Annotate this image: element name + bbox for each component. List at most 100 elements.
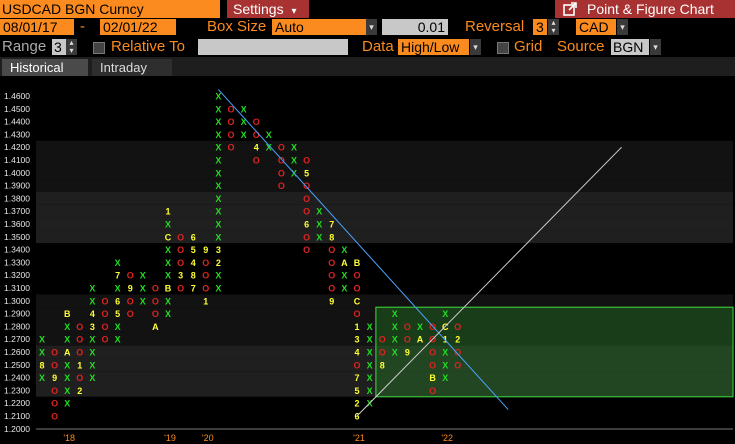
range-stepper-icon[interactable]: ▴ ▾ [66, 39, 77, 55]
y-tick-label: 1.2600 [4, 347, 30, 357]
o-mark: O [454, 322, 461, 332]
x-tick-label: '22 [441, 433, 453, 443]
x-mark: X [165, 220, 171, 230]
x-mark: X [215, 207, 221, 217]
tab-intraday[interactable]: Intraday [92, 59, 172, 76]
x-mark: X [64, 386, 70, 396]
month-mark: 7 [354, 373, 359, 383]
x-mark: X [417, 322, 423, 332]
end-date-field[interactable]: 02/01/22 [100, 19, 176, 35]
o-mark: O [51, 412, 58, 422]
o-mark: O [51, 360, 58, 370]
chevron-down-icon[interactable]: ▾ [650, 39, 661, 55]
o-mark: O [328, 245, 335, 255]
x-mark: X [215, 168, 221, 178]
month-mark: A [152, 322, 159, 332]
x-mark: X [367, 360, 373, 370]
month-mark: 4 [90, 309, 95, 319]
x-mark: X [215, 156, 221, 166]
x-mark: X [367, 322, 373, 332]
tab-historical[interactable]: Historical [2, 59, 88, 76]
x-mark: X [215, 117, 221, 127]
o-mark: O [76, 335, 83, 345]
month-mark: A [64, 348, 71, 358]
y-tick-label: 1.4000 [4, 168, 30, 178]
chart-title: Point & Figure Chart [587, 1, 714, 17]
month-mark: 7 [329, 220, 334, 230]
o-mark: O [177, 245, 184, 255]
o-mark: O [127, 271, 134, 281]
chart-title-button[interactable]: Point & Figure Chart [555, 0, 735, 18]
relative-to-field[interactable] [198, 39, 348, 55]
grid-checkbox[interactable] [497, 42, 509, 54]
month-mark: B [429, 373, 436, 383]
o-mark: O [353, 271, 360, 281]
month-mark: 4 [354, 348, 359, 358]
box-size-value-field[interactable]: 0.01 [382, 19, 448, 35]
x-mark: X [442, 348, 448, 358]
y-tick-label: 1.2200 [4, 398, 30, 408]
o-mark: O [152, 309, 159, 319]
chevron-down-icon[interactable]: ▾ [366, 19, 377, 35]
chevron-down-icon[interactable]: ▾ [470, 39, 481, 55]
o-mark: O [177, 284, 184, 294]
y-tick-label: 1.2100 [4, 411, 30, 421]
x-mark: X [367, 386, 373, 396]
o-mark: O [404, 335, 411, 345]
background-band [36, 192, 733, 205]
o-mark: O [328, 258, 335, 268]
relative-to-label: Relative To [111, 38, 185, 55]
background-band [36, 89, 733, 103]
x-mark: X [392, 322, 398, 332]
y-tick-label: 1.3800 [4, 193, 30, 203]
chevron-down-icon[interactable]: ▾ [617, 19, 628, 35]
month-mark: 8 [191, 271, 196, 281]
start-date-field[interactable]: 08/01/17 [0, 19, 74, 35]
reversal-value-field[interactable]: 3 [533, 19, 547, 35]
o-mark: O [429, 348, 436, 358]
y-tick-label: 1.4100 [4, 155, 30, 165]
x-mark: X [39, 348, 45, 358]
x-mark: X [140, 271, 146, 281]
y-tick-label: 1.2300 [4, 385, 30, 395]
o-mark: O [76, 348, 83, 358]
x-mark: X [215, 130, 221, 140]
month-mark: A [341, 258, 348, 268]
source-select[interactable]: BGN [611, 39, 649, 55]
o-mark: O [51, 386, 58, 396]
month-mark: 6 [191, 232, 196, 242]
y-tick-label: 1.2800 [4, 321, 30, 331]
x-mark: X [64, 399, 70, 409]
o-mark: O [278, 168, 285, 178]
currency-select[interactable]: CAD [576, 19, 616, 35]
y-tick-label: 1.3700 [4, 206, 30, 216]
month-mark: 5 [115, 309, 120, 319]
x-mark: X [215, 92, 221, 102]
box-size-mode-select[interactable]: Auto [272, 19, 366, 35]
o-mark: O [303, 232, 310, 242]
o-mark: O [76, 322, 83, 332]
background-band [36, 217, 733, 231]
x-mark: X [165, 296, 171, 306]
x-mark: X [367, 373, 373, 383]
box-size-value: 0.01 [417, 19, 445, 35]
background-band [36, 243, 733, 256]
data-select[interactable]: High/Low [398, 39, 469, 55]
month-mark: 4 [191, 258, 196, 268]
reversal-stepper-icon[interactable]: ▴ ▾ [548, 19, 559, 35]
x-mark: X [89, 348, 95, 358]
y-tick-label: 1.4200 [4, 142, 30, 152]
month-mark: 9 [329, 296, 334, 306]
relative-to-checkbox[interactable] [93, 42, 105, 54]
month-mark: 7 [115, 271, 120, 281]
range-value-field[interactable]: 3 [52, 39, 66, 55]
x-tick-label: '19 [164, 433, 176, 443]
x-mark: X [215, 181, 221, 191]
y-tick-label: 1.2400 [4, 373, 30, 383]
month-mark: 1 [203, 296, 208, 306]
settings-menu-button[interactable]: Settings ▾ [227, 0, 309, 18]
x-mark: X [64, 322, 70, 332]
month-mark: 3 [90, 322, 95, 332]
month-mark: 5 [304, 168, 309, 178]
month-mark: 2 [354, 399, 359, 409]
